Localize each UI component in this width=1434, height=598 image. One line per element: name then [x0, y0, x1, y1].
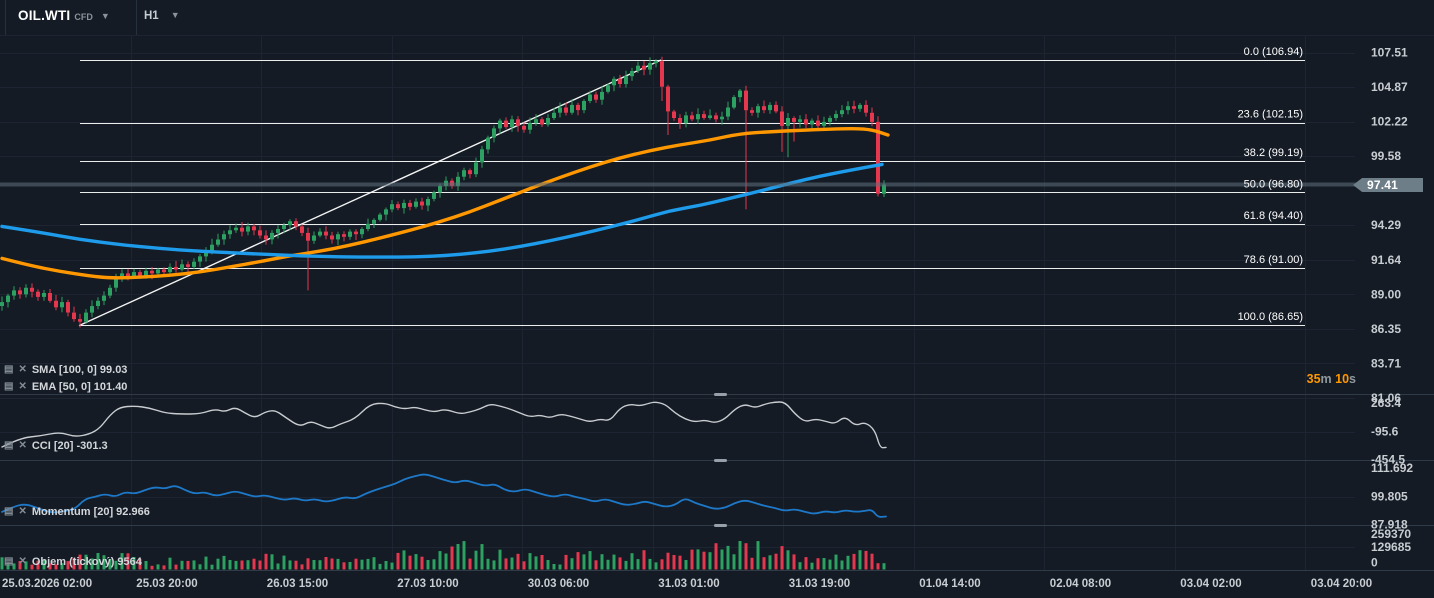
candle-countdown-timer: 35m 10s [1307, 372, 1356, 386]
indicator-legend-volume: ▤ ✕ Objem (tickový) 9564 [4, 556, 142, 568]
indicator-settings-icon[interactable]: ▤ [4, 382, 13, 392]
sma-legend-label: SMA [100, 0] 99.03 [32, 364, 128, 376]
indicator-legend-ema: ▤ ✕ EMA [50, 0] 101.40 [4, 381, 127, 393]
indicator-legend-momentum: ▤ ✕ Momentum [20] 92.966 [4, 506, 150, 518]
timeframe-selector[interactable]: H1 ▼ [144, 10, 180, 22]
header-divider [136, 0, 137, 35]
indicator-close-icon[interactable]: ✕ [18, 507, 26, 517]
current-price-badge: 97.41 [1353, 178, 1423, 192]
indicator-close-icon[interactable]: ✕ [18, 441, 26, 451]
indicator-close-icon[interactable]: ✕ [18, 557, 26, 567]
chart-header: OIL.WTI CFD ▼ H1 ▼ [0, 0, 1434, 35]
chevron-down-icon: ▼ [101, 11, 110, 21]
countdown-minutes: 35 [1307, 372, 1321, 386]
indicator-close-icon[interactable]: ✕ [18, 365, 26, 375]
indicator-close-icon[interactable]: ✕ [18, 382, 26, 392]
indicator-settings-icon[interactable]: ▤ [4, 507, 13, 517]
chart-plot-area[interactable] [0, 35, 1355, 570]
symbol-label: OIL.WTI [18, 8, 70, 23]
ema-legend-label: EMA [50, 0] 101.40 [32, 381, 128, 393]
instrument-type-label: CFD [74, 12, 93, 22]
countdown-seconds: 10 [1335, 372, 1349, 386]
countdown-sec-unit: s [1349, 372, 1356, 386]
cci-legend-label: CCI [20] -301.3 [32, 440, 108, 452]
header-bottom-border [0, 35, 1434, 36]
price-axis[interactable] [1355, 35, 1434, 570]
time-axis[interactable] [0, 570, 1434, 598]
header-left-edge-divider [5, 0, 6, 35]
chevron-down-icon: ▼ [171, 10, 180, 20]
chart-canvas[interactable]: 0.0 (106.94)23.6 (102.15)38.2 (99.19)50.… [0, 0, 1434, 598]
indicator-settings-icon[interactable]: ▤ [4, 441, 13, 451]
trading-chart-window: 0.0 (106.94)23.6 (102.15)38.2 (99.19)50.… [0, 0, 1434, 598]
indicator-settings-icon[interactable]: ▤ [4, 365, 13, 375]
momentum-legend-label: Momentum [20] 92.966 [32, 506, 150, 518]
indicator-legend-sma: ▤ ✕ SMA [100, 0] 99.03 [4, 364, 127, 376]
volume-legend-label: Objem (tickový) 9564 [32, 556, 142, 568]
symbol-selector[interactable]: OIL.WTI CFD ▼ [18, 8, 110, 23]
indicator-legend-cci: ▤ ✕ CCI [20] -301.3 [4, 440, 108, 452]
countdown-min-unit: m [1321, 372, 1332, 386]
timeframe-label: H1 [144, 10, 159, 22]
indicator-settings-icon[interactable]: ▤ [4, 557, 13, 567]
